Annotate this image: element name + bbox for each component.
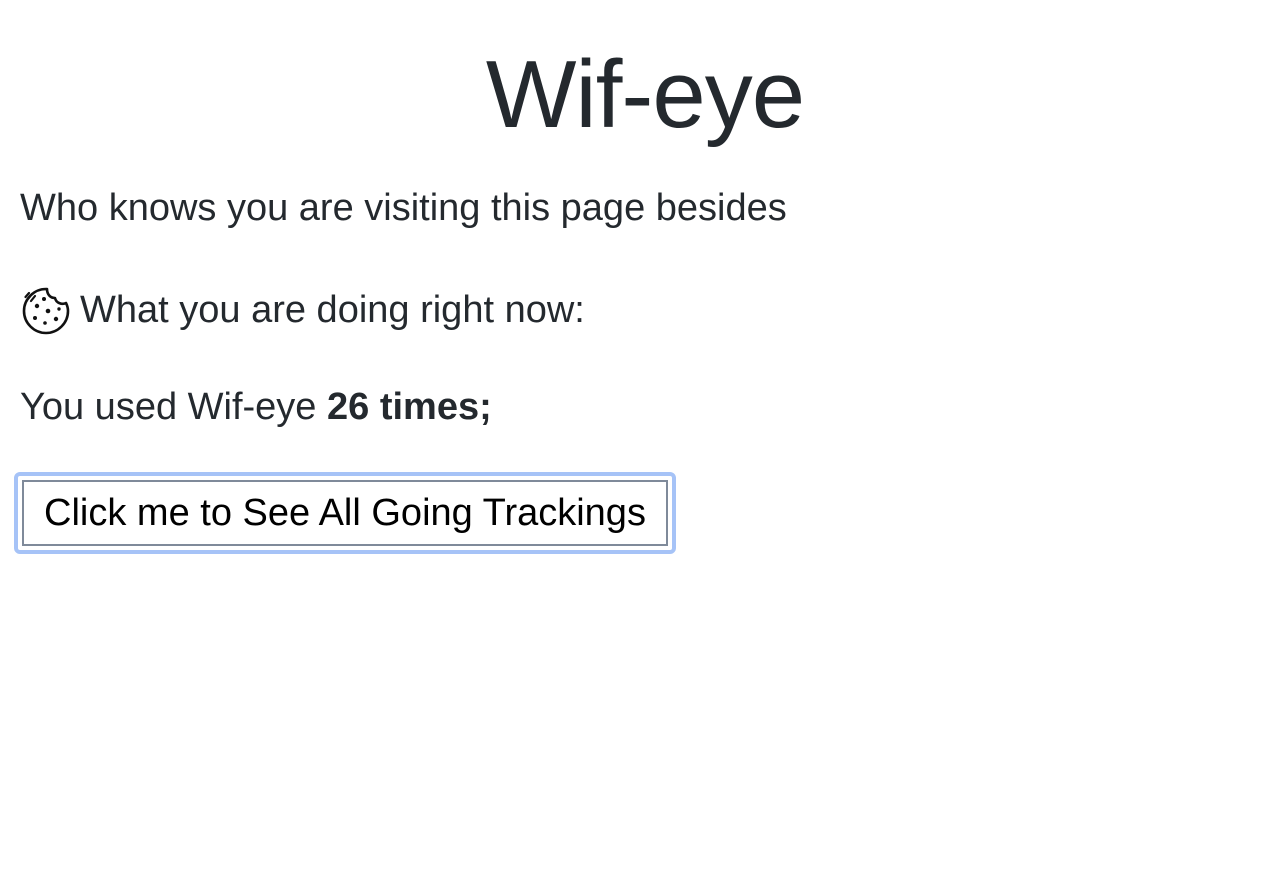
visitor-question: Who knows you are visiting this page bes… <box>20 187 787 229</box>
see-all-trackings-button[interactable]: Click me to See All Going Trackings <box>22 480 668 546</box>
page-title: Wif-eye <box>485 41 805 148</box>
usage-prefix: You used Wif-eye <box>20 386 327 428</box>
trackings-button-focus-ring: Click me to See All Going Trackings <box>14 472 676 554</box>
page: Wif-eye Who knows you are visiting this … <box>0 0 1278 880</box>
activity-row: What you are doing right now: <box>20 285 585 337</box>
activity-label: What you are doing right now: <box>80 289 585 332</box>
cookie-icon <box>20 285 72 337</box>
usage-count: 26 times; <box>327 386 492 428</box>
usage-row: You used Wif-eye 26 times; <box>20 385 492 431</box>
